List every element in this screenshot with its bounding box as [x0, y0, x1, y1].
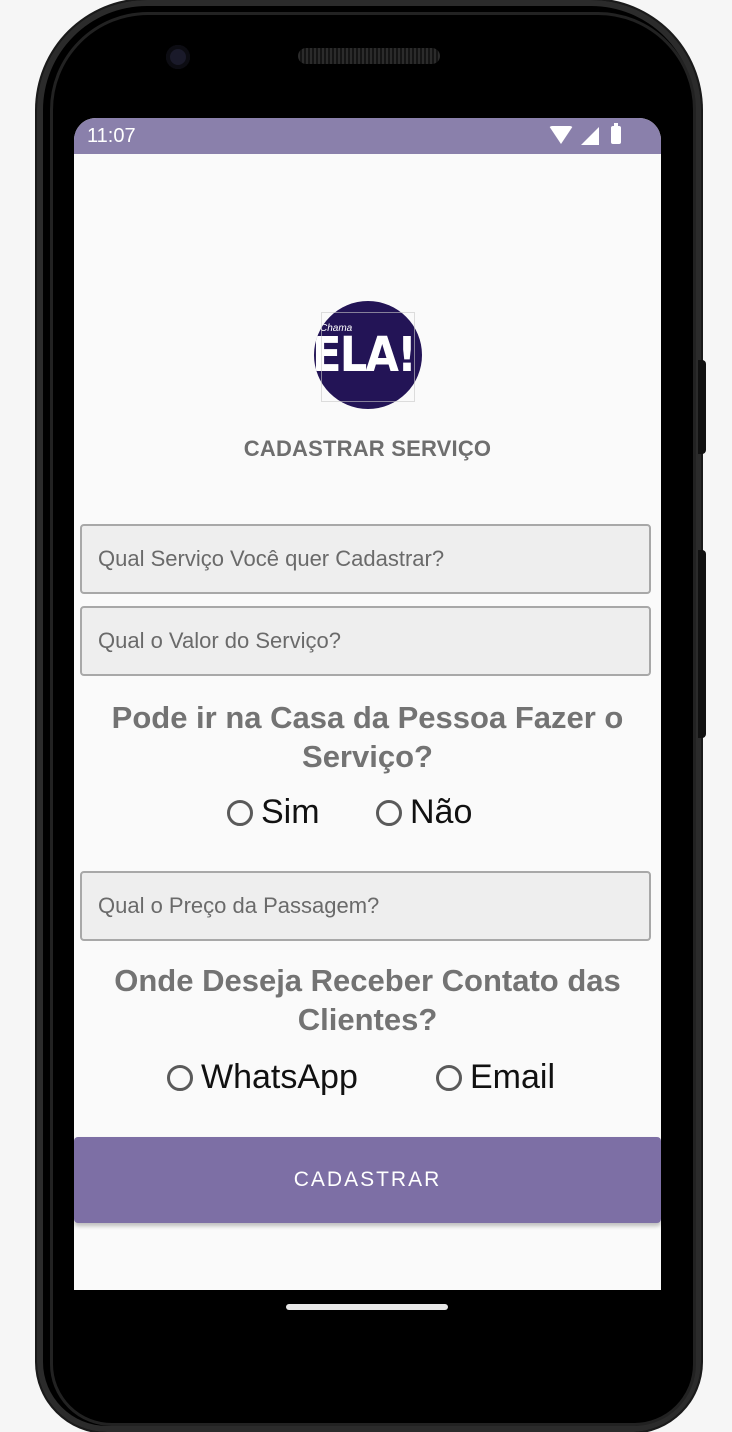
home-visit-radio-group: Sim Não	[74, 793, 661, 837]
fare-field[interactable]	[80, 871, 651, 941]
front-camera-icon	[166, 45, 190, 69]
power-button	[698, 360, 706, 454]
service-field[interactable]	[80, 524, 651, 594]
radio-label-whatsapp[interactable]: WhatsApp	[201, 1058, 358, 1097]
earpiece-speaker	[298, 48, 440, 64]
radio-circle-icon[interactable]	[436, 1064, 462, 1091]
radio-label-sim[interactable]: Sim	[261, 793, 320, 832]
contact-radio-group: WhatsApp Email	[74, 1058, 661, 1102]
radio-whatsapp[interactable]: WhatsApp	[167, 1058, 358, 1097]
status-time: 11:07	[87, 125, 136, 147]
home-visit-question: Pode ir na Casa da Pessoa Fazer o Serviç…	[111, 700, 624, 774]
service-input[interactable]	[82, 526, 649, 592]
battery-icon	[611, 123, 621, 144]
radio-sim[interactable]: Sim	[227, 793, 320, 832]
page-title: CADASTRAR SERVIÇO	[243, 436, 492, 461]
contact-question: Onde Deseja Receber Contato das Clientes…	[114, 963, 621, 1037]
value-field[interactable]	[80, 606, 651, 676]
radio-label-email[interactable]: Email	[470, 1058, 555, 1097]
signal-icon	[581, 127, 599, 145]
radio-circle-icon[interactable]	[376, 799, 402, 826]
app-screen: 11:07 Chama ELA! CADASTRAR SERVIÇO Pode …	[74, 118, 661, 1290]
radio-label-nao[interactable]: Não	[410, 793, 472, 832]
radio-circle-icon[interactable]	[167, 1064, 193, 1091]
fare-input[interactable]	[82, 873, 649, 939]
volume-button	[698, 550, 706, 738]
home-indicator[interactable]	[286, 1304, 448, 1310]
wifi-icon	[549, 126, 573, 144]
radio-nao[interactable]: Não	[376, 793, 472, 832]
cadastrar-button[interactable]: CADASTRAR	[74, 1137, 661, 1223]
status-bar: 11:07	[74, 118, 661, 154]
value-input[interactable]	[82, 608, 649, 674]
logo-frame	[321, 312, 415, 402]
radio-circle-icon[interactable]	[227, 799, 253, 826]
radio-email[interactable]: Email	[436, 1058, 555, 1097]
